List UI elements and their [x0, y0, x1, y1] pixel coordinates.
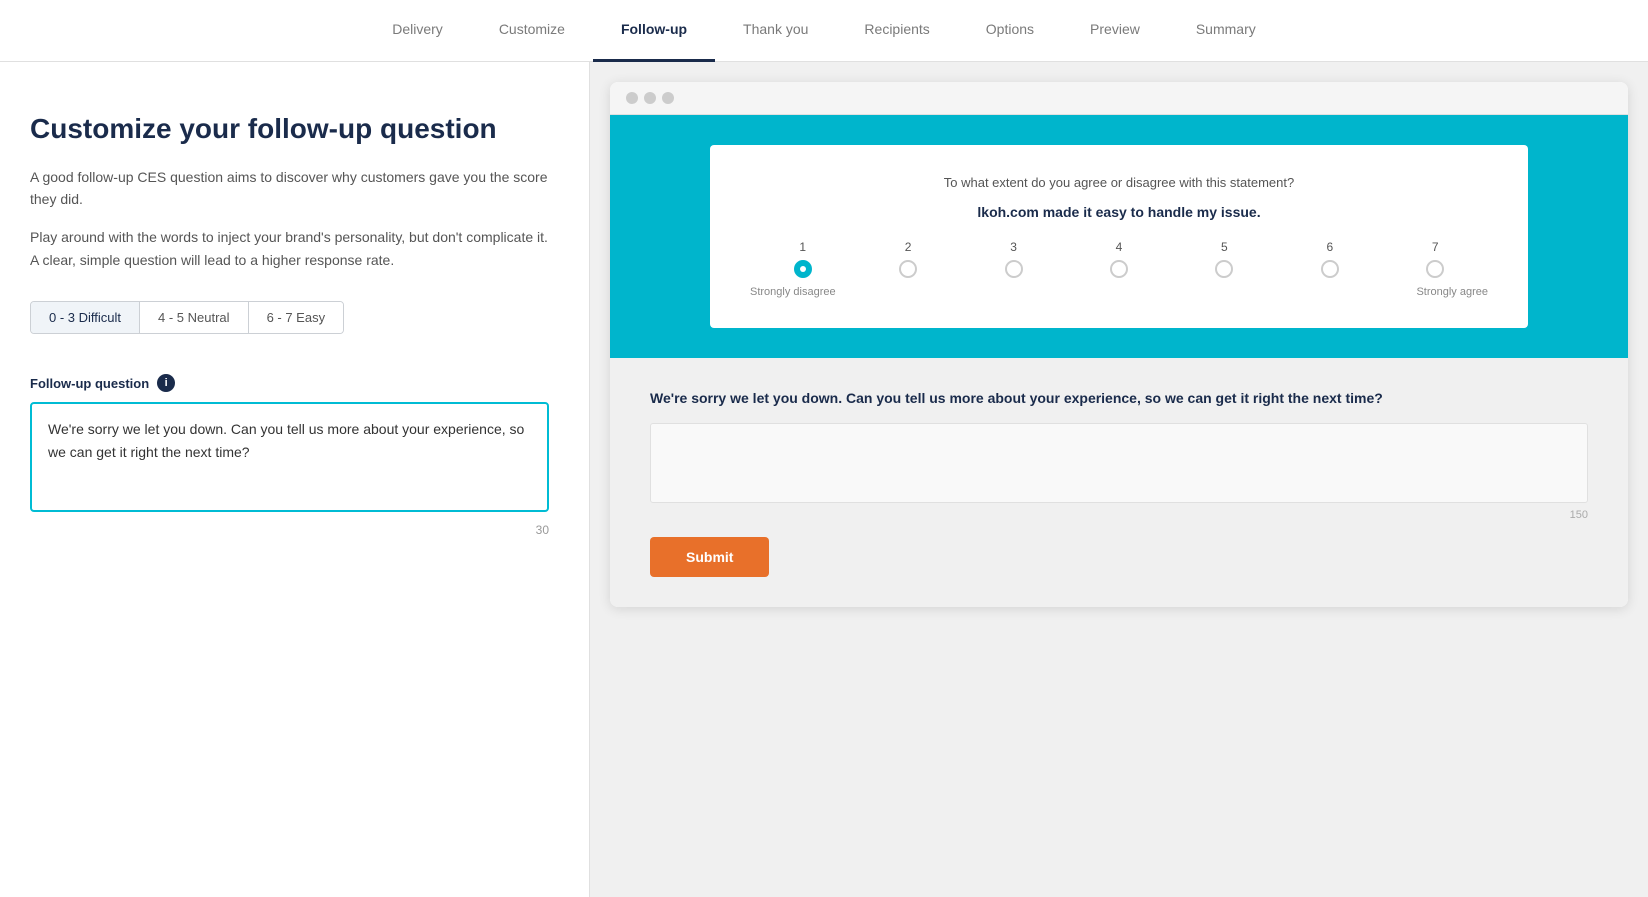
survey-question-text: To what extent do you agree or disagree …: [750, 175, 1488, 190]
nav-item-customize[interactable]: Customize: [471, 0, 593, 62]
score-btn-difficult[interactable]: 0 - 3 Difficult: [31, 302, 140, 333]
rating-col-6: 6: [1277, 240, 1382, 278]
top-nav: Delivery Customize Follow-up Thank you R…: [0, 0, 1648, 62]
page-heading: Customize your follow-up question: [30, 112, 549, 146]
followup-label-container: Follow-up question i: [30, 374, 549, 392]
rating-num-5: 5: [1221, 240, 1228, 254]
rating-col-3: 3: [961, 240, 1066, 278]
score-btn-neutral[interactable]: 4 - 5 Neutral: [140, 302, 249, 333]
radio-1[interactable]: [794, 260, 812, 278]
radio-7[interactable]: [1426, 260, 1444, 278]
preview-lower: We're sorry we let you down. Can you tel…: [610, 358, 1628, 607]
score-btn-easy[interactable]: 6 - 7 Easy: [249, 302, 344, 333]
radio-4[interactable]: [1110, 260, 1128, 278]
desc-2: Play around with the words to inject you…: [30, 226, 549, 271]
info-icon[interactable]: i: [157, 374, 175, 392]
browser-bar: [610, 82, 1628, 115]
radio-2[interactable]: [899, 260, 917, 278]
char-count: 30: [30, 523, 549, 537]
submit-button[interactable]: Submit: [650, 537, 769, 577]
rating-col-1: 1: [750, 240, 855, 278]
rating-scale: 1 2 3 4: [750, 240, 1488, 278]
browser-dot-2: [644, 92, 656, 104]
nav-item-delivery[interactable]: Delivery: [364, 0, 471, 62]
followup-label-text: Follow-up question: [30, 376, 149, 391]
rating-num-1: 1: [799, 240, 806, 254]
rating-col-4: 4: [1066, 240, 1171, 278]
followup-textarea[interactable]: We're sorry we let you down. Can you tel…: [30, 402, 549, 512]
desc-1: A good follow-up CES question aims to di…: [30, 166, 549, 211]
browser-mock: To what extent do you agree or disagree …: [610, 82, 1628, 607]
survey-statement: lkoh.com made it easy to handle my issue…: [750, 204, 1488, 220]
main-layout: Customize your follow-up question A good…: [0, 62, 1648, 897]
followup-preview-question: We're sorry we let you down. Can you tel…: [650, 388, 1588, 409]
textarea-char-count: 150: [650, 509, 1588, 521]
survey-card: To what extent do you agree or disagree …: [710, 145, 1528, 328]
rating-num-7: 7: [1432, 240, 1439, 254]
nav-item-options[interactable]: Options: [958, 0, 1062, 62]
browser-dot-3: [662, 92, 674, 104]
radio-5[interactable]: [1215, 260, 1233, 278]
right-panel: To what extent do you agree or disagree …: [590, 62, 1648, 897]
nav-item-thankyou[interactable]: Thank you: [715, 0, 836, 62]
radio-3[interactable]: [1005, 260, 1023, 278]
teal-banner: To what extent do you agree or disagree …: [610, 115, 1628, 358]
radio-6[interactable]: [1321, 260, 1339, 278]
left-panel: Customize your follow-up question A good…: [0, 62, 590, 897]
nav-items: Delivery Customize Follow-up Thank you R…: [364, 0, 1284, 62]
rating-labels: Strongly disagree Strongly agree: [750, 286, 1488, 298]
browser-dot-1: [626, 92, 638, 104]
label-strongly-agree: Strongly agree: [1416, 286, 1488, 298]
rating-col-2: 2: [855, 240, 960, 278]
rating-num-6: 6: [1326, 240, 1333, 254]
nav-item-preview[interactable]: Preview: [1062, 0, 1168, 62]
score-filter: 0 - 3 Difficult 4 - 5 Neutral 6 - 7 Easy: [30, 301, 344, 334]
rating-col-7: 7: [1383, 240, 1488, 278]
nav-item-recipients[interactable]: Recipients: [836, 0, 957, 62]
followup-textarea-preview[interactable]: [650, 423, 1588, 503]
rating-num-2: 2: [905, 240, 912, 254]
rating-num-3: 3: [1010, 240, 1017, 254]
nav-item-summary[interactable]: Summary: [1168, 0, 1284, 62]
nav-item-followup[interactable]: Follow-up: [593, 0, 715, 62]
rating-num-4: 4: [1116, 240, 1123, 254]
rating-col-5: 5: [1172, 240, 1277, 278]
label-strongly-disagree: Strongly disagree: [750, 286, 836, 298]
